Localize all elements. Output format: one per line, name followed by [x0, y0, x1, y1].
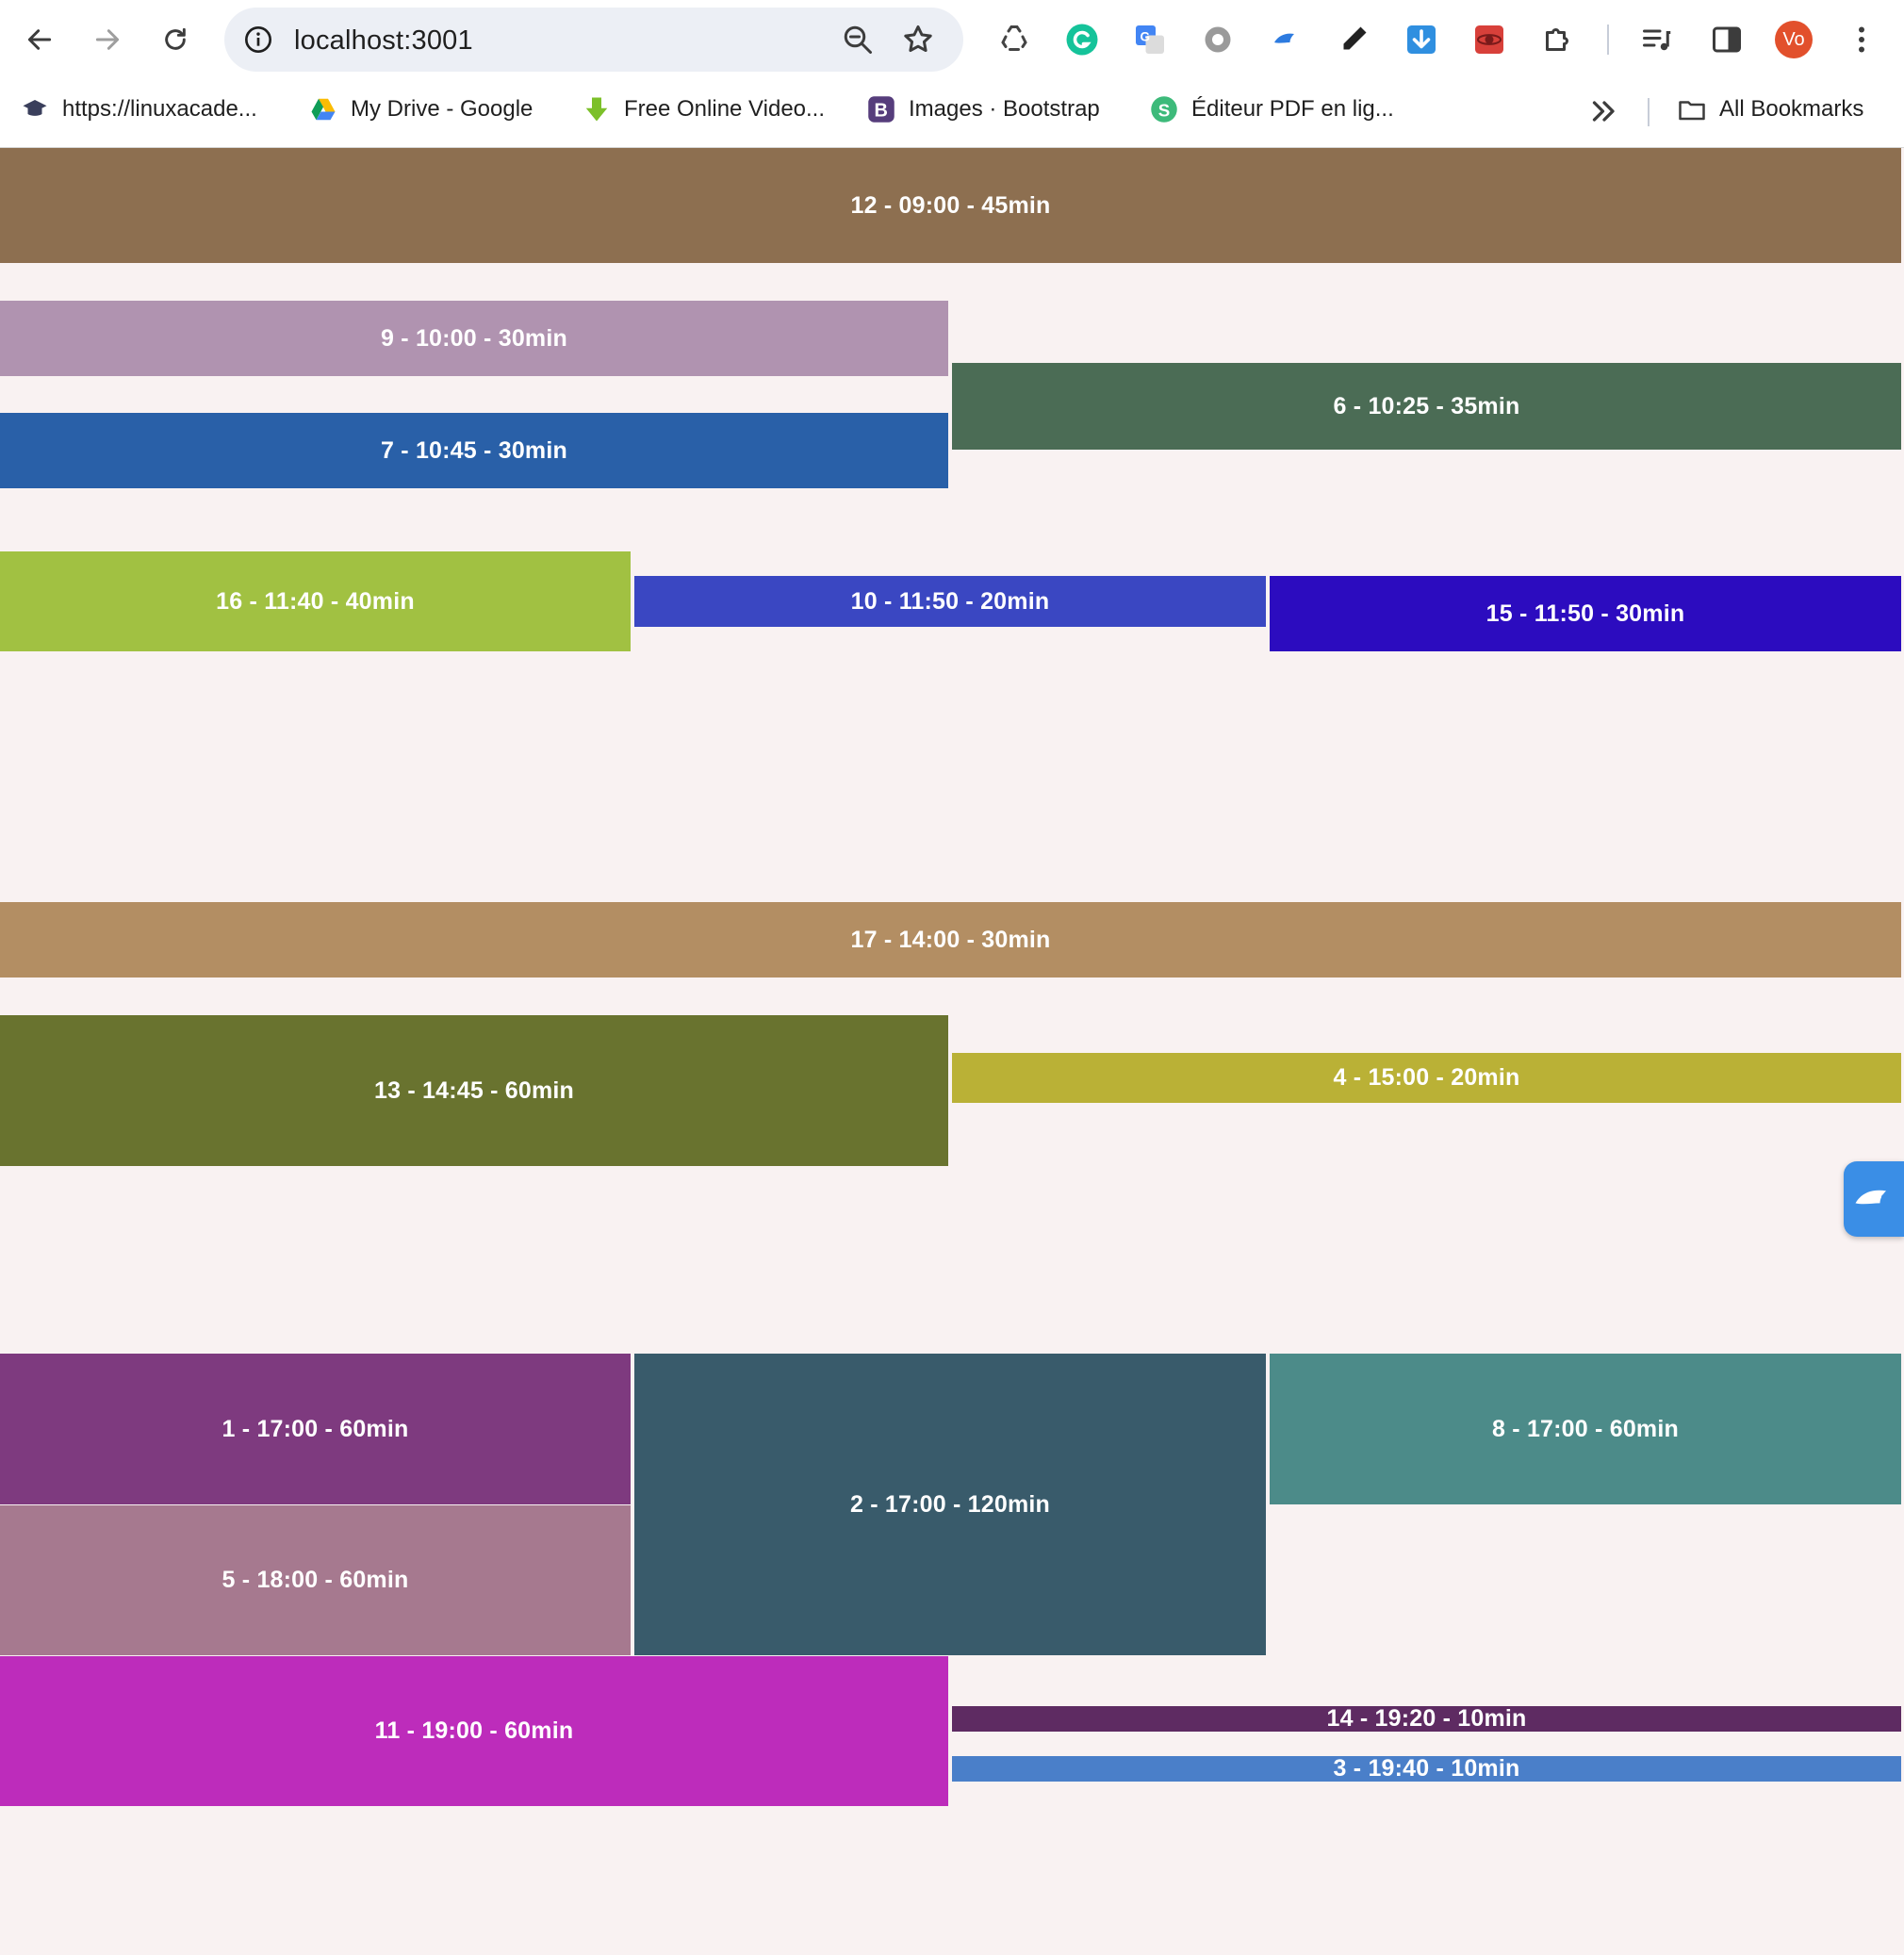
event-6[interactable]: 6 - 10:25 - 35min — [952, 363, 1901, 450]
all-bookmarks-button[interactable]: All Bookmarks — [1678, 92, 1863, 126]
settings-gear-extension-icon[interactable] — [1199, 21, 1237, 58]
bookmarks-bar: https://linuxacade... My Drive - Google … — [0, 79, 1904, 140]
bookmark-label: Free Online Video... — [624, 96, 826, 122]
event-label: 7 - 10:45 - 30min — [381, 436, 567, 464]
bookmark-free-online-video[interactable]: Free Online Video... — [583, 92, 825, 126]
reload-button[interactable] — [155, 19, 196, 60]
more-bookmarks-chevron-icon[interactable] — [1587, 94, 1621, 128]
event-11[interactable]: 11 - 19:00 - 60min — [0, 1656, 948, 1806]
hand-wave-icon — [1855, 1190, 1887, 1205]
event-label: 12 - 09:00 - 45min — [850, 191, 1051, 219]
bookmark-images-bootstrap[interactable]: B Images · Bootstrap — [867, 92, 1100, 126]
back-arrow-icon — [27, 29, 52, 50]
event-9[interactable]: 9 - 10:00 - 30min — [0, 301, 948, 376]
zoom-icon[interactable] — [841, 23, 875, 57]
bookmark-linuxacademy[interactable]: https://linuxacade... — [21, 92, 257, 126]
bootstrap-logo-icon: B — [867, 95, 895, 123]
folder-icon — [1678, 95, 1706, 123]
event-15[interactable]: 15 - 11:50 - 30min — [1270, 576, 1901, 651]
reload-icon — [165, 27, 186, 50]
event-label: 14 - 19:20 - 10min — [1326, 1705, 1527, 1732]
event-label: 8 - 17:00 - 60min — [1492, 1415, 1679, 1442]
bookmark-star-icon[interactable] — [901, 23, 935, 57]
green-s-logo-icon: S — [1150, 95, 1178, 123]
back-button[interactable] — [19, 19, 60, 60]
calendar-day-view: 12 - 09:00 - 45min 9 - 10:00 - 30min 6 -… — [0, 148, 1904, 1955]
event-16[interactable]: 16 - 11:40 - 40min — [0, 551, 631, 651]
event-5[interactable]: 5 - 18:00 - 60min — [0, 1505, 631, 1655]
floating-extension-button[interactable] — [1844, 1161, 1904, 1237]
side-panel-icon[interactable] — [1708, 21, 1746, 58]
event-3[interactable]: 3 - 19:40 - 10min — [952, 1755, 1901, 1782]
event-1[interactable]: 1 - 17:00 - 60min — [0, 1354, 631, 1504]
graduation-cap-icon — [21, 95, 49, 123]
media-queue-icon[interactable] — [1638, 21, 1676, 58]
google-translate-extension-icon[interactable]: G — [1131, 21, 1169, 58]
event-label: 10 - 11:50 - 20min — [850, 587, 1050, 615]
green-download-arrow-icon — [583, 95, 611, 123]
event-2[interactable]: 2 - 17:00 - 120min — [634, 1354, 1266, 1655]
svg-text:S: S — [1158, 101, 1171, 121]
event-13[interactable]: 13 - 14:45 - 60min — [0, 1015, 948, 1166]
event-label: 1 - 17:00 - 60min — [222, 1415, 409, 1442]
bookmark-label: https://linuxacade... — [62, 96, 257, 122]
event-label: 11 - 19:00 - 60min — [374, 1717, 574, 1744]
event-14[interactable]: 14 - 19:20 - 10min — [952, 1705, 1901, 1732]
event-7[interactable]: 7 - 10:45 - 30min — [0, 413, 948, 488]
svg-text:B: B — [875, 101, 888, 122]
download-extension-icon[interactable] — [1403, 21, 1440, 58]
browser-menu-icon[interactable] — [1843, 21, 1880, 58]
event-label: 16 - 11:40 - 40min — [216, 587, 415, 615]
site-info-icon[interactable] — [239, 21, 277, 58]
event-label: 3 - 19:40 - 10min — [1333, 1755, 1520, 1782]
react-devtools-extension-icon[interactable] — [1470, 21, 1508, 58]
grammarly-extension-icon[interactable] — [1063, 21, 1101, 58]
event-12[interactable]: 12 - 09:00 - 45min — [0, 148, 1901, 263]
event-label: 6 - 10:25 - 35min — [1333, 392, 1520, 419]
event-label: 4 - 15:00 - 20min — [1333, 1064, 1520, 1091]
event-4[interactable]: 4 - 15:00 - 20min — [952, 1053, 1901, 1103]
svg-text:G: G — [1141, 30, 1151, 44]
browser-toolbar: localhost:3001 G Vo — [0, 0, 1904, 79]
profile-avatar[interactable]: Vo — [1775, 21, 1813, 58]
event-label: 15 - 11:50 - 30min — [1485, 600, 1685, 627]
bookmark-my-drive[interactable]: My Drive - Google — [309, 92, 533, 126]
google-drive-icon — [309, 95, 337, 123]
event-8[interactable]: 8 - 17:00 - 60min — [1270, 1354, 1901, 1504]
event-label: 17 - 14:00 - 30min — [850, 926, 1051, 953]
event-label: 5 - 18:00 - 60min — [222, 1567, 409, 1593]
event-10[interactable]: 10 - 11:50 - 20min — [634, 576, 1266, 627]
address-bar[interactable]: localhost:3001 — [224, 8, 963, 72]
bookmark-label: Images · Bootstrap — [909, 96, 1100, 122]
bookmarks-divider — [1648, 98, 1650, 126]
browser-chrome: localhost:3001 G Vo https://linuxacade..… — [0, 0, 1904, 148]
event-label: 9 - 10:00 - 30min — [381, 324, 567, 352]
url-text[interactable]: localhost:3001 — [294, 25, 473, 57]
bookmark-editeur-pdf[interactable]: S Éditeur PDF en lig... — [1150, 92, 1394, 126]
event-label: 13 - 14:45 - 60min — [373, 1076, 575, 1104]
forward-arrow-icon — [95, 29, 120, 50]
eyedropper-extension-icon[interactable] — [1335, 21, 1372, 58]
event-label: 2 - 17:00 - 120min — [849, 1490, 1051, 1518]
blue-hand-extension-icon[interactable] — [1267, 21, 1305, 58]
extensions-puzzle-icon[interactable] — [1538, 21, 1576, 58]
forward-button[interactable] — [87, 19, 128, 60]
bookmark-label: My Drive - Google — [351, 96, 533, 122]
all-bookmarks-label: All Bookmarks — [1719, 96, 1864, 122]
toolbar-divider — [1607, 25, 1609, 55]
recycle-extension-icon[interactable] — [995, 21, 1033, 58]
bookmark-label: Éditeur PDF en lig... — [1191, 96, 1394, 122]
event-17[interactable]: 17 - 14:00 - 30min — [0, 902, 1901, 978]
